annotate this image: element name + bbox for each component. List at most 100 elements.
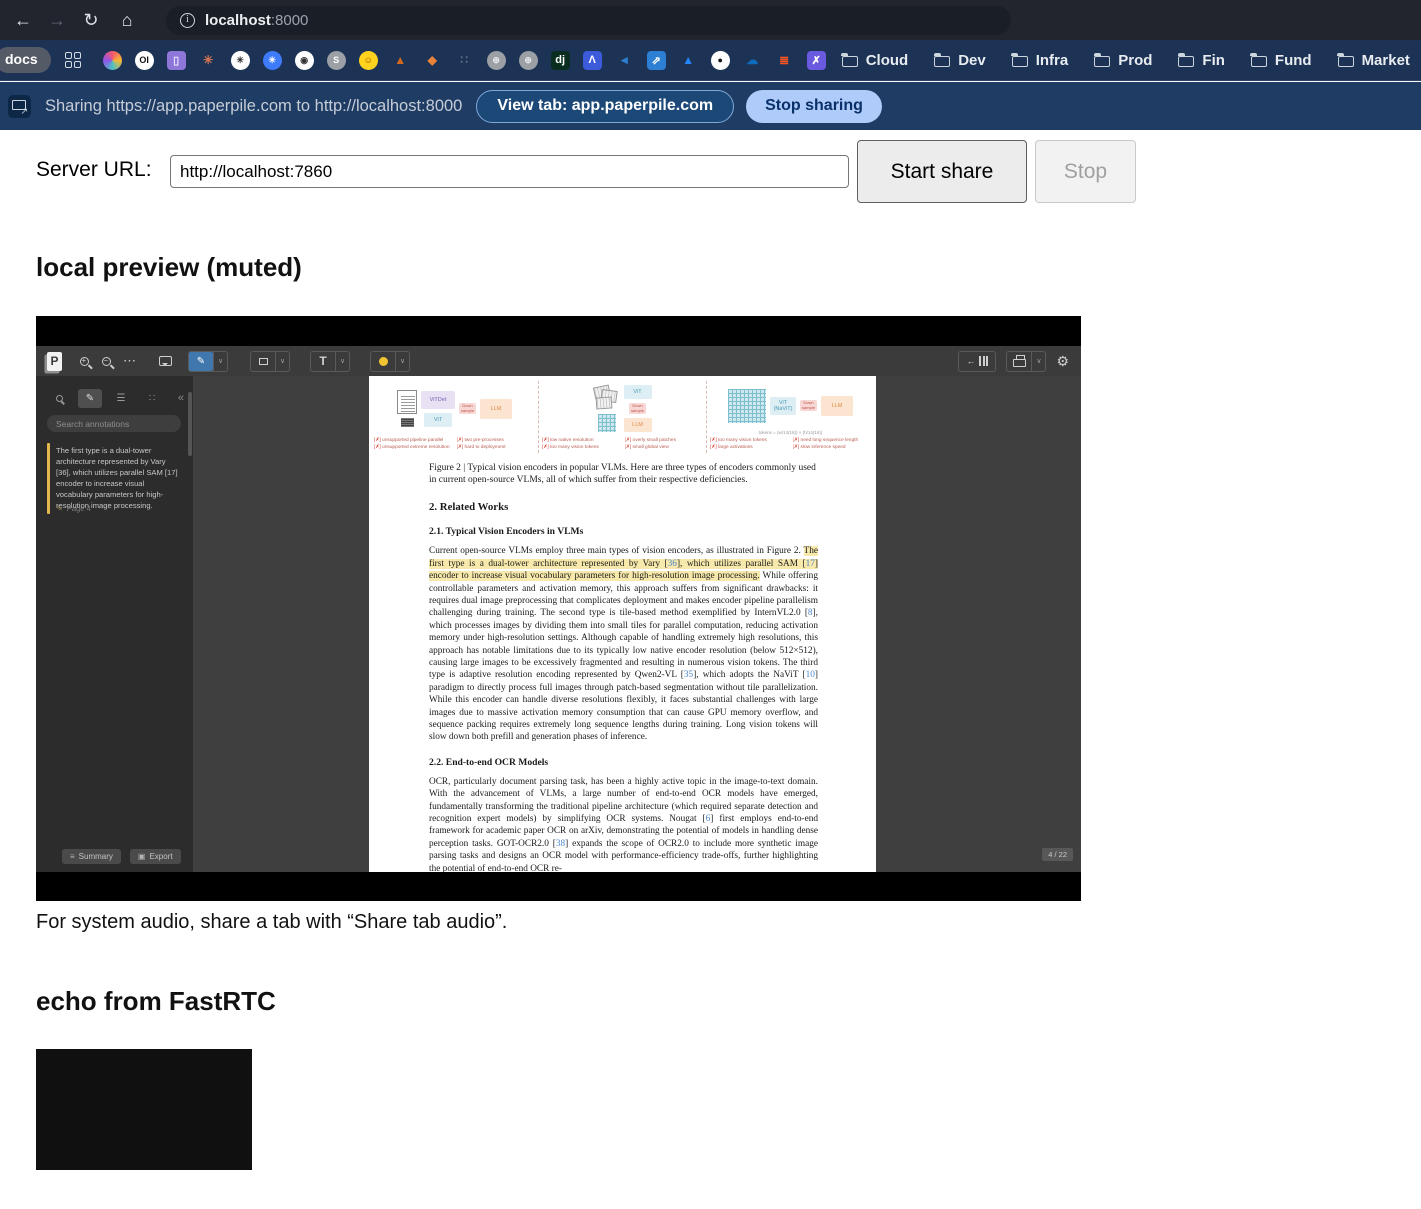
figure-panel-tile-based: ViT Down sample LLM [✗] low native resol… xyxy=(538,381,706,453)
vscode-favicon[interactable]: ◄ xyxy=(615,51,634,70)
zoom-in-icon: + xyxy=(80,356,89,366)
more-tools-icon: ⋯ xyxy=(123,353,137,368)
text-tool-group: T ∨ xyxy=(310,350,350,372)
figure-issue: [✗] unsupported pipeline parallel xyxy=(374,437,444,443)
bookmark-folder-prod[interactable]: Prod xyxy=(1093,52,1152,69)
view-tab-button[interactable]: View tab: app.paperpile.com xyxy=(476,89,735,123)
bookmark-folder-fund[interactable]: Fund xyxy=(1250,52,1312,69)
url-host: localhost xyxy=(205,11,271,29)
zoom-out-icon: − xyxy=(102,356,111,366)
github-favicon[interactable]: ● xyxy=(710,50,730,70)
site-info-icon[interactable]: i xyxy=(180,12,195,28)
stop-button[interactable]: Stop xyxy=(1035,140,1136,203)
local-preview-heading: local preview (muted) xyxy=(36,252,302,282)
figure-2: ViTDet ViT Down sample LLM [✗] unsupport… xyxy=(371,381,874,453)
figure-issue: [✗] small global view xyxy=(624,444,669,450)
copilot-favicon[interactable] xyxy=(102,50,122,70)
dark-swirl-favicon[interactable]: ◉ xyxy=(294,50,314,70)
globe-2-favicon[interactable]: ⊕ xyxy=(518,50,538,70)
purple-bucket-favicon[interactable]: ▯ xyxy=(166,50,186,70)
globe-s-favicon[interactable]: S xyxy=(326,50,346,70)
bookmark-folder-docs[interactable]: docs xyxy=(0,47,51,73)
sidebar-list-tab: ☰ xyxy=(116,393,126,404)
bookmarks-bar: docs OI ▯ ✳ ✳ ✳ ◉ S ☺ ▲ ◆ ∷ ⊕ ⊕ dj Λ ◄ ⇗ ▲ ● ☁ ≣ ✗ Cloud Dev In… xyxy=(0,40,1421,81)
globe-1-favicon[interactable]: ⊕ xyxy=(486,50,506,70)
openai-blue-favicon[interactable]: ✳ xyxy=(262,50,282,70)
summary-button: ≡ Summary xyxy=(62,849,121,864)
onedrive-favicon[interactable]: ☁ xyxy=(743,51,762,70)
figure-issue: [✗] too many vision tokens xyxy=(710,437,767,443)
blue-caret-favicon[interactable]: Λ xyxy=(582,50,602,70)
favicon-row: OI ▯ ✳ ✳ ✳ ◉ S ☺ ▲ ◆ ∷ ⊕ ⊕ dj Λ ◄ ⇗ ▲ ● ☁ ≣ ✗ xyxy=(102,50,826,70)
vit-navit-box: ViT (NaViT) xyxy=(770,396,796,415)
django-favicon[interactable]: dj xyxy=(550,50,570,70)
pdf-page: ViTDet ViT Down sample LLM [✗] unsupport… xyxy=(369,376,876,872)
downsample-box: Down sample xyxy=(459,403,476,415)
bookmark-folder-dev[interactable]: Dev xyxy=(933,52,986,69)
home-icon[interactable]: ⌂ xyxy=(110,10,144,31)
bookmark-folder-market[interactable]: Market xyxy=(1337,52,1410,69)
print-chevron-icon: ∨ xyxy=(1031,351,1045,371)
dots-grid-favicon[interactable]: ∷ xyxy=(455,51,474,70)
kite-favicon[interactable]: ≣ xyxy=(775,51,794,70)
pdf-viewer-body: ✎ ☰ ∷ « Search annotations The first typ… xyxy=(36,376,1081,872)
orange-dune-favicon[interactable]: ▲ xyxy=(391,51,410,70)
orange-shield-favicon[interactable]: ◆ xyxy=(423,51,442,70)
echo-heading: echo from FastRTC xyxy=(36,986,276,1016)
highlighter-tool-group: ✎ ∨ xyxy=(188,350,228,372)
back-icon[interactable]: ← xyxy=(6,10,40,31)
local-preview-video[interactable]: P + − ⋯ ✎ ∨ ∨ T ∨ ∨ ← ∨ ⚙ ✎ ☰ ∷ « Search… xyxy=(36,316,1081,901)
echo-video[interactable] xyxy=(36,1049,252,1170)
export-button: ▣ Export xyxy=(129,849,181,864)
sidebar-thumbnails-tab: ∷ xyxy=(148,393,156,404)
folder-icon xyxy=(1011,52,1028,67)
bookmark-folder-infra[interactable]: Infra xyxy=(1011,52,1068,69)
back-arrow-icon: ← xyxy=(966,356,976,366)
start-share-button[interactable]: Start share xyxy=(857,140,1027,203)
navit-grid-thumb xyxy=(728,388,766,423)
bookmark-folder-cloud[interactable]: Cloud xyxy=(841,52,908,69)
folder-icon xyxy=(933,52,951,67)
figure-issue: [✗] unsupported extreme resolution xyxy=(374,444,450,450)
print-group: ∨ xyxy=(1006,350,1047,372)
highlight-color-swatch xyxy=(371,352,395,371)
figure-caption: Figure 2 | Typical vision encoders in po… xyxy=(429,463,816,486)
llm-box: LLM xyxy=(821,395,853,416)
reload-icon[interactable]: ↻ xyxy=(74,10,108,31)
sidebar-search-tab xyxy=(47,389,71,408)
pdf-viewer-toolbar: P + − ⋯ ✎ ∨ ∨ T ∨ ∨ ← ∨ ⚙ xyxy=(36,346,1081,376)
claude-favicon[interactable]: ✳ xyxy=(199,51,218,70)
library-icon xyxy=(979,356,989,366)
tab-sharing-infobar: ↗ Sharing https://app.paperpile.com to h… xyxy=(0,82,1421,130)
figure-issue: [✗] need long sequence length xyxy=(792,437,859,443)
vit-box: ViT xyxy=(424,412,452,427)
figure-issue: [✗] overly small patches xyxy=(624,437,677,443)
patch-grid-thumb xyxy=(597,413,616,432)
rectangle-tool-icon xyxy=(251,352,275,371)
purple-x-favicon[interactable]: ✗ xyxy=(806,50,826,70)
stop-sharing-button[interactable]: Stop sharing xyxy=(746,89,882,123)
url-port: :8000 xyxy=(270,11,309,29)
url-bar[interactable]: i localhost:8000 xyxy=(166,5,1011,35)
atlassian-favicon[interactable]: ▲ xyxy=(679,51,698,70)
folder-icon xyxy=(1093,52,1111,67)
summary-icon: ≡ xyxy=(70,852,75,861)
token-formula: tokens = (w/14(16)) × (h/14(16)) xyxy=(758,429,823,435)
server-url-label: Server URL: xyxy=(36,158,152,181)
figure-issue: [✗] hard to deployment xyxy=(456,444,506,450)
text-chevron-icon: ∨ xyxy=(335,351,349,371)
llm-box: LLM xyxy=(623,418,652,433)
settings-gear-icon: ⚙ xyxy=(1056,352,1069,369)
forward-icon[interactable]: → xyxy=(40,10,74,31)
bookmark-folder-fin[interactable]: Fin xyxy=(1177,52,1225,69)
openai-light-favicon[interactable]: ✳ xyxy=(230,50,250,70)
hugging-face-favicon[interactable]: ☺ xyxy=(358,50,378,70)
plane-favicon[interactable]: ⇗ xyxy=(646,50,666,70)
folder-icon xyxy=(1177,52,1195,67)
section-heading-ocr-models: 2.2. End-to-end OCR Models xyxy=(429,756,549,768)
oi-favicon[interactable]: OI xyxy=(134,50,154,70)
server-url-input[interactable] xyxy=(170,155,849,188)
bookmarks-grid-icon[interactable] xyxy=(64,51,81,69)
folder-icon xyxy=(1337,52,1354,67)
figure-panel-adaptive-resolution: ViT (NaViT) Down sample LLM tokens = (w/… xyxy=(706,381,874,453)
